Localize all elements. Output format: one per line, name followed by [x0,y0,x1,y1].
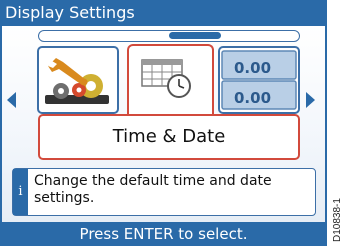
selected-item-label: Time & Date [38,114,300,160]
help-box: i Change the default time and date setti… [12,168,316,216]
page-title: Display Settings [5,3,135,22]
carousel-right-arrow-icon[interactable] [306,92,315,108]
document-id: D10838-1 [332,198,341,242]
carousel-left-arrow-icon[interactable] [7,92,16,108]
data-box-readout: 0.00 [234,59,271,77]
carousel-scroll-thumb[interactable] [169,32,221,39]
data-box-readout: 0.00 [234,89,271,107]
calendar-clock-icon [141,59,191,98]
data-boxes-icon: 0.00 0.00 [221,50,297,110]
carousel-item-time-date[interactable] [127,44,214,116]
help-text: Change the default time and date setting… [34,173,272,206]
carousel-item-data-boxes[interactable]: 0.00 0.00 [218,46,300,114]
settings-carousel-panel: 0.00 0.00 Time & Date i Change the defau… [2,26,325,222]
carousel-scrollbar[interactable] [38,30,300,42]
footer-prompt: Press ENTER to select. [79,225,248,243]
document-id-strip: D10838-1 [327,0,341,246]
display-settings-screen: Display Settings 0.00 0.00 Time & Date i… [0,0,327,246]
info-icon: i [13,169,28,215]
carousel-item-setup[interactable] [37,46,119,114]
wrench-gears-icon [45,58,109,104]
